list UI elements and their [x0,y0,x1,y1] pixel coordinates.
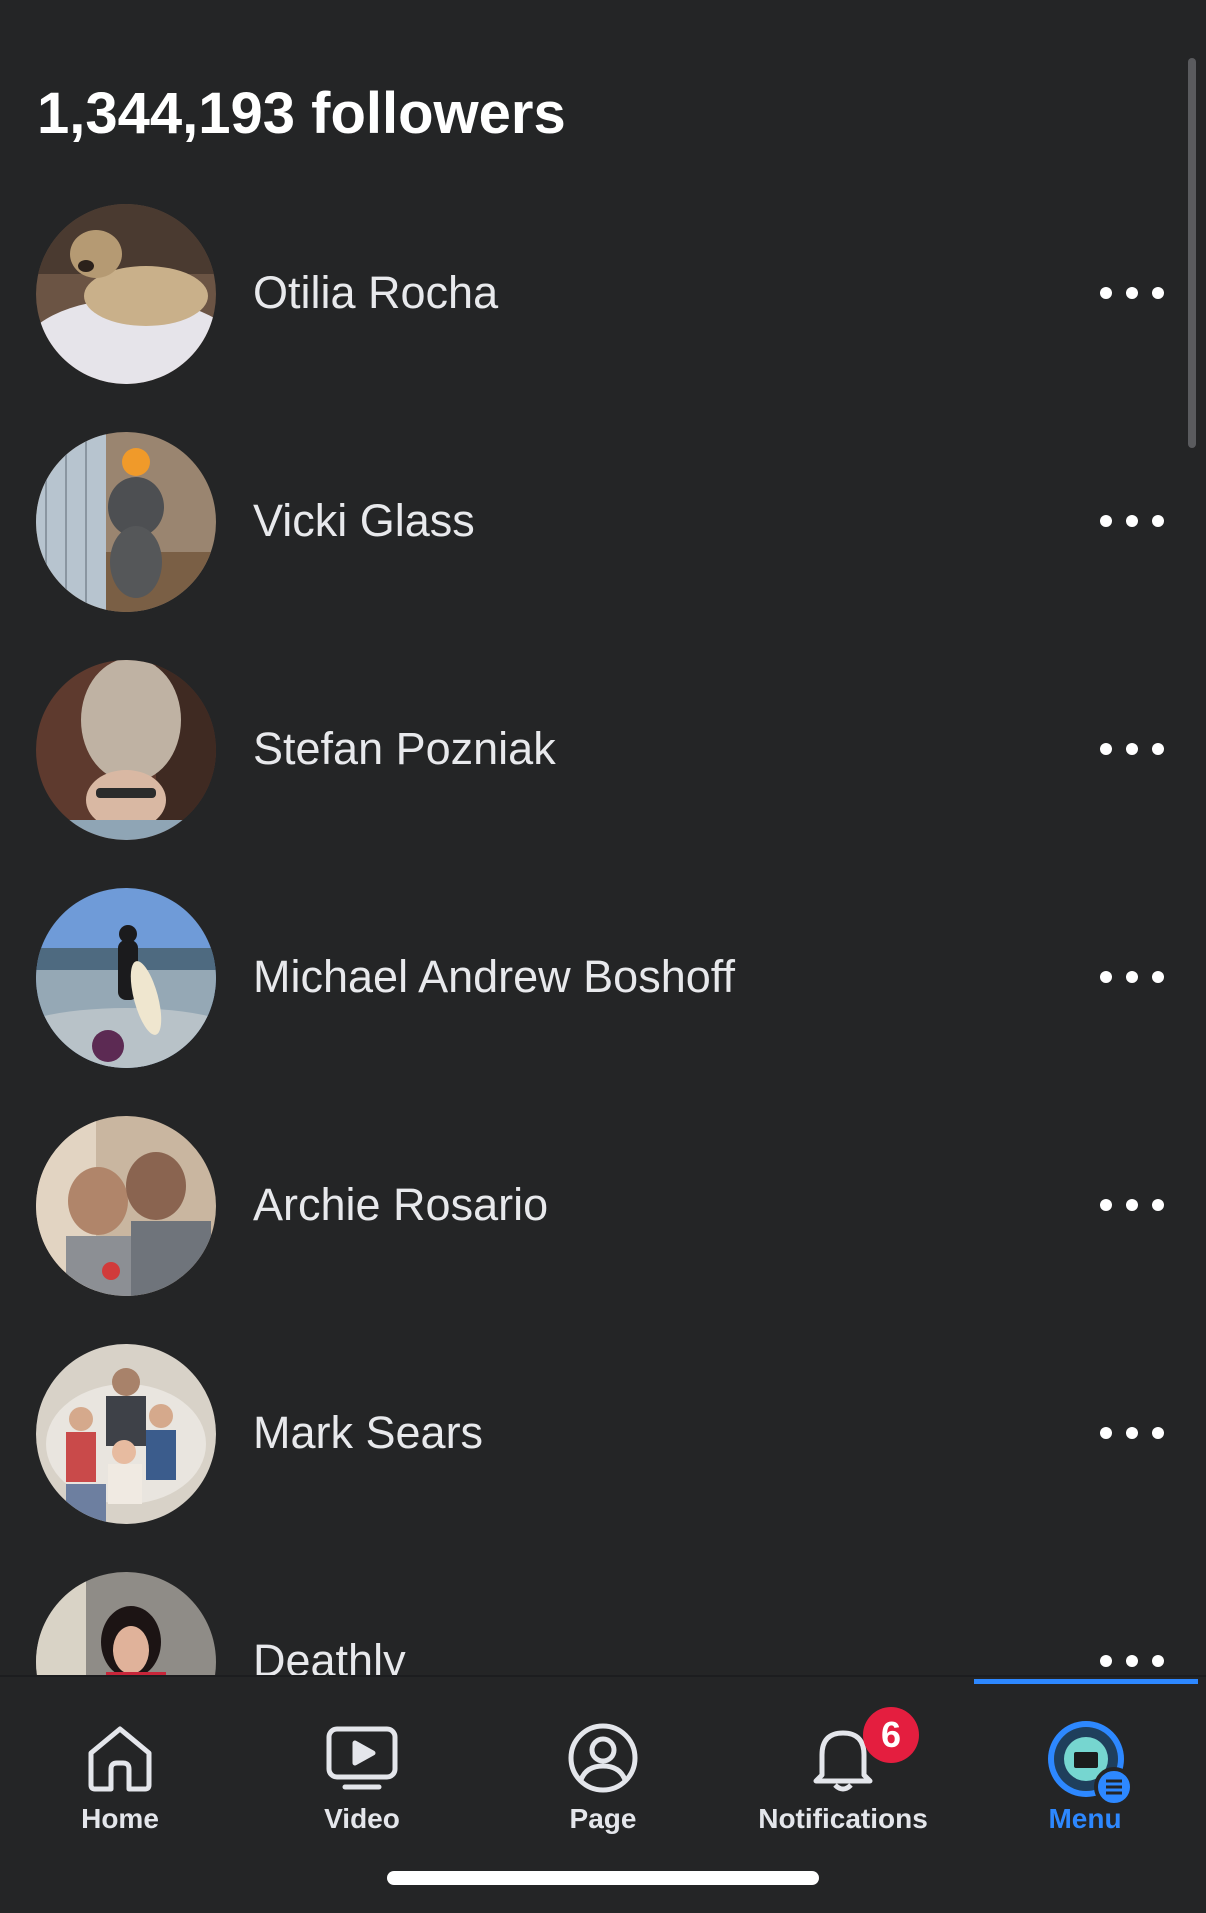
more-dot [1152,1655,1164,1667]
more-dot [1152,1427,1164,1439]
tab-label-page: Page [569,1803,637,1834]
follower-row[interactable]: Deathly [0,1569,1206,1675]
video-icon [323,1719,401,1797]
more-options-button[interactable] [1100,729,1164,769]
more-dot [1126,515,1138,527]
tab-page[interactable]: Page [493,1707,713,1847]
more-dot [1126,1655,1138,1667]
tab-menu[interactable]: Menu [975,1707,1195,1847]
active-tab-indicator [974,1679,1198,1684]
more-dot [1152,287,1164,299]
avatar[interactable] [36,1116,216,1296]
follower-row[interactable]: Otilia Rocha [0,201,1206,429]
more-dot [1152,971,1164,983]
home-icon [81,1719,159,1797]
follower-row[interactable]: Mark Sears [0,1341,1206,1569]
follower-row[interactable]: Vicki Glass [0,429,1206,657]
tab-notifications[interactable]: 6 Notifications [733,1707,953,1847]
tab-home[interactable]: Home [10,1707,230,1847]
more-dot [1126,971,1138,983]
avatar[interactable] [36,1572,216,1675]
tab-video[interactable]: Video [252,1707,472,1847]
more-options-button[interactable] [1100,273,1164,313]
tab-label-video: Video [324,1803,400,1834]
follower-name[interactable]: Stefan Pozniak [253,723,556,775]
notifications-badge: 6 [863,1707,919,1763]
more-dot [1152,743,1164,755]
avatar[interactable] [36,432,216,612]
more-options-button[interactable] [1100,1185,1164,1225]
more-dot [1126,1199,1138,1211]
avatar[interactable] [36,660,216,840]
page-avatar-menu-icon [1046,1719,1134,1807]
more-dot [1152,515,1164,527]
follower-list: Otilia Rocha Vicki Glass Stefan Pozniak … [0,201,1206,1675]
follower-row[interactable]: Stefan Pozniak [0,657,1206,885]
more-horizontal-icon [1100,287,1112,299]
follower-name[interactable]: Vicki Glass [253,495,475,547]
avatar[interactable] [36,204,216,384]
follower-name[interactable]: Michael Andrew Boshoff [253,951,735,1003]
follower-name[interactable]: Deathly [253,1635,406,1675]
more-horizontal-icon [1100,1655,1112,1667]
more-options-button[interactable] [1100,1641,1164,1675]
follower-name[interactable]: Otilia Rocha [253,267,498,319]
tab-label-home: Home [81,1803,159,1834]
avatar[interactable] [36,1344,216,1524]
more-options-button[interactable] [1100,501,1164,541]
tab-label-menu: Menu [1048,1803,1122,1834]
page-profile-icon [564,1719,642,1797]
page-title: 1,344,193 followers [37,81,566,146]
more-horizontal-icon [1100,1199,1112,1211]
follower-name[interactable]: Archie Rosario [253,1179,548,1231]
more-options-button[interactable] [1100,957,1164,997]
followers-scroll-area[interactable]: 1,344,193 followers Otilia Rocha Vicki G… [0,0,1206,1675]
more-horizontal-icon [1100,743,1112,755]
more-dot [1126,287,1138,299]
scrollbar[interactable] [1188,58,1196,448]
more-dot [1152,1199,1164,1211]
more-horizontal-icon [1100,971,1112,983]
more-horizontal-icon [1100,515,1112,527]
more-dot [1126,1427,1138,1439]
home-indicator [387,1871,819,1885]
avatar[interactable] [36,888,216,1068]
more-horizontal-icon [1100,1427,1112,1439]
tab-label-notifications: Notifications [758,1803,928,1834]
follower-row[interactable]: Archie Rosario [0,1113,1206,1341]
follower-name[interactable]: Mark Sears [253,1407,483,1459]
more-dot [1126,743,1138,755]
more-options-button[interactable] [1100,1413,1164,1453]
follower-row[interactable]: Michael Andrew Boshoff [0,885,1206,1113]
